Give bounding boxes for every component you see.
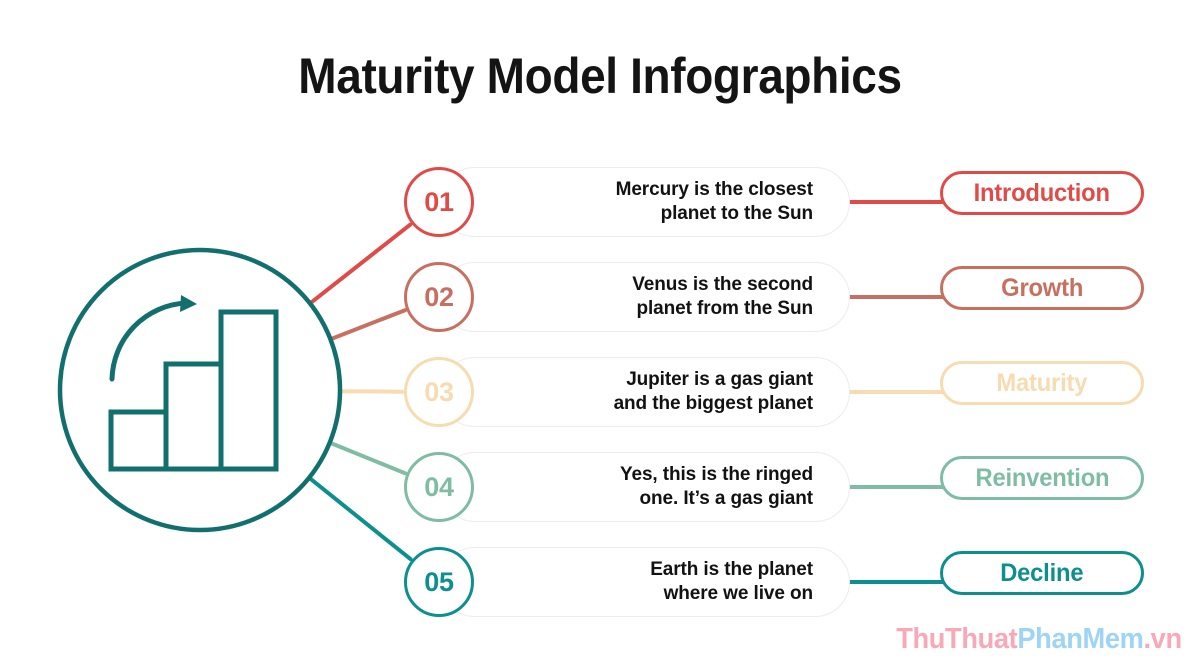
stage-row: Venus is the second planet from the Sun 0… [0,262,1200,332]
stage-row: Mercury is the closest planet to the Sun… [0,167,1200,237]
stage-description-pill[interactable]: Earth is the planet where we live on [440,547,850,617]
page-title: Maturity Model Infographics [298,48,902,104]
stage-number-text: 04 [424,471,454,502]
stage-row: Earth is the planet where we live on 05 De… [0,547,1200,617]
stage-number-text: 01 [424,186,454,217]
stage-description-pill[interactable]: Mercury is the closest planet to the Sun [440,167,850,237]
stage-number-circle[interactable]: 03 [404,357,474,427]
stage-description-text: Venus is the second planet from the Sun [632,274,813,319]
stage-description-pill[interactable]: Jupiter is a gas giant and the biggest p… [440,357,850,427]
infographic-canvas: Maturity Model Infographics Mercury is t… [0,0,1200,670]
stage-row: Jupiter is a gas giant and the biggest p… [0,357,1200,427]
stage-label-text: Growth [1001,273,1083,302]
stage-number-text: 03 [424,376,454,407]
stage-label-pill[interactable]: Growth [940,266,1144,310]
stage-label-text: Maturity [996,368,1088,397]
stage-number-circle[interactable]: 02 [404,262,474,332]
stage-description-text: Mercury is the closest planet to the Sun [615,179,813,224]
stage-label-pill[interactable]: Decline [940,551,1144,595]
stage-description-text: Earth is the planet where we live on [650,559,813,604]
stage-row: Yes, this is the ringed one. It’s a gas … [0,452,1200,522]
stage-description-pill[interactable]: Yes, this is the ringed one. It’s a gas … [440,452,850,522]
stage-label-pill[interactable]: Maturity [940,361,1144,405]
stage-label-text: Reinvention [975,463,1109,492]
watermark-part-1: ThuThuat [896,623,1018,655]
stage-number-circle[interactable]: 04 [404,452,474,522]
stage-label-pill[interactable]: Reinvention [940,456,1144,500]
stage-number-text: 02 [424,281,454,312]
watermark-part-3: .vn [1143,623,1183,655]
stage-number-circle[interactable]: 05 [404,547,474,617]
stage-label-text: Decline [1000,558,1084,587]
watermark-part-2: PhanMem [1017,623,1144,655]
stage-description-text: Jupiter is a gas giant and the biggest p… [613,369,814,414]
stage-description-text: Yes, this is the ringed one. It’s a gas … [619,464,813,509]
stage-number-text: 05 [424,566,454,597]
stage-label-pill[interactable]: Introduction [940,171,1144,215]
stage-number-circle[interactable]: 01 [404,167,474,237]
watermark: ThuThuatPhanMem.vn [896,623,1182,656]
stage-label-text: Introduction [973,178,1111,207]
stage-description-pill[interactable]: Venus is the second planet from the Sun [440,262,850,332]
